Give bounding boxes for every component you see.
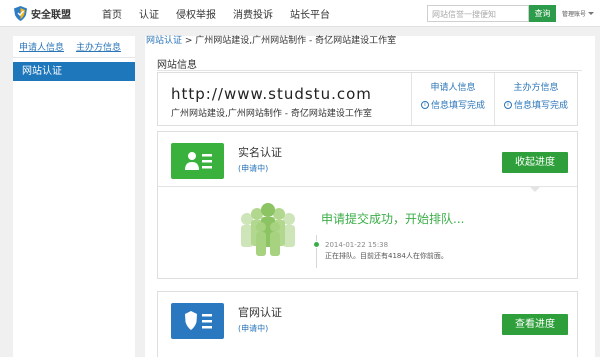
main-nav: 首页 认证 侵权举报 消费投诉 站长平台 [102, 0, 347, 27]
sponsor-status-text: 信息填写完成 [513, 101, 568, 111]
sponsor-info-link[interactable]: 主办方信息 [495, 80, 577, 93]
applicant-info-link[interactable]: 申请人信息 [412, 80, 494, 93]
chevron-down-icon [588, 12, 595, 15]
nav-item-infringement-report[interactable]: 侵权举报 [176, 6, 216, 21]
shield-logo-icon [14, 6, 27, 21]
main-content: 网站认证 > 广州网站建设,广州网站制作 - 奇亿网站建设工作室 网站信息 ht… [145, 36, 595, 357]
nav-item-webmaster-platform[interactable]: 站长平台 [290, 6, 330, 21]
site-info-box: http://www.studstu.com 广州网站建设,广州网站制作 - 奇… [157, 72, 578, 126]
sponsor-info-column: 主办方信息 i 信息填写完成 [494, 73, 577, 125]
pointer-notch [529, 186, 541, 192]
user-menu[interactable]: 管理账号 [562, 9, 595, 18]
top-bar: 安全联盟 首页 认证 侵权举报 消费投诉 站长平台 网站信誉一搜便知 查询 管理… [0, 0, 600, 27]
queue-crowd-icon [241, 203, 295, 256]
sidebar: 申请人信息 主办方信息 网站认证 [13, 36, 135, 357]
divider [157, 70, 582, 71]
sidebar-item-site-certification[interactable]: 网站认证 [13, 62, 135, 81]
timeline-date: 2014-01-22 15:38 [325, 241, 389, 249]
sidebar-tab-applicant[interactable]: 申请人信息 [19, 40, 64, 53]
info-icon: i [503, 100, 512, 109]
card-title: 实名认证 [238, 146, 282, 159]
search-input[interactable]: 网站信誉一搜便知 [427, 5, 529, 22]
timeline-dot [313, 241, 320, 248]
view-progress-button[interactable]: 查看进度 [502, 314, 568, 335]
breadcrumb-separator: > [182, 36, 196, 46]
info-icon: i [420, 100, 429, 109]
id-card-icon [171, 143, 224, 179]
sponsor-status: i 信息填写完成 [495, 98, 577, 111]
realname-certification-card: 实名认证 (申请中) 收起进度 申请提交成功，开始排队... 2014-01-2… [157, 131, 578, 279]
user-menu-label: 管理账号 [562, 11, 587, 18]
breadcrumb-link[interactable]: 网站认证 [146, 36, 182, 46]
applicant-status-text: 信息填写完成 [430, 101, 485, 111]
realname-card-header: 实名认证 (申请中) 收起进度 [158, 132, 577, 192]
sidebar-tabs: 申请人信息 主办方信息 [13, 36, 135, 58]
sidebar-tab-sponsor[interactable]: 主办方信息 [76, 40, 121, 53]
shield-id-icon [171, 303, 224, 339]
queue-status-title: 申请提交成功，开始排队... [321, 212, 465, 226]
logo[interactable]: 安全联盟 [14, 5, 71, 22]
nav-item-home[interactable]: 首页 [102, 6, 122, 21]
nav-item-certification[interactable]: 认证 [139, 6, 159, 21]
nav-item-consumer-complaint[interactable]: 消费投诉 [233, 6, 273, 21]
card-status: (申请中) [238, 164, 269, 173]
logo-text: 安全联盟 [31, 10, 71, 21]
official-certification-card: 官网认证 (申请中) 查看进度 [157, 291, 578, 357]
site-name: 广州网站建设,广州网站制作 - 奇亿网站建设工作室 [171, 109, 372, 119]
timeline-message: 正在排队。目前还有4184人在你前面。 [325, 252, 448, 260]
section-title: 网站信息 [157, 60, 197, 71]
breadcrumb: 网站认证 > 广州网站建设,广州网站制作 - 奇亿网站建设工作室 [145, 36, 595, 52]
breadcrumb-current: 广州网站建设,广州网站制作 - 奇亿网站建设工作室 [195, 36, 397, 46]
card-title: 官网认证 [238, 306, 282, 319]
search-button[interactable]: 查询 [529, 5, 556, 22]
card-status: (申请中) [238, 324, 269, 333]
collapse-progress-button[interactable]: 收起进度 [502, 152, 568, 173]
applicant-info-column: 申请人信息 i 信息填写完成 [411, 73, 494, 125]
applicant-status: i 信息填写完成 [412, 98, 494, 111]
site-url: http://www.studstu.com [171, 85, 372, 103]
timeline-line [316, 235, 317, 268]
